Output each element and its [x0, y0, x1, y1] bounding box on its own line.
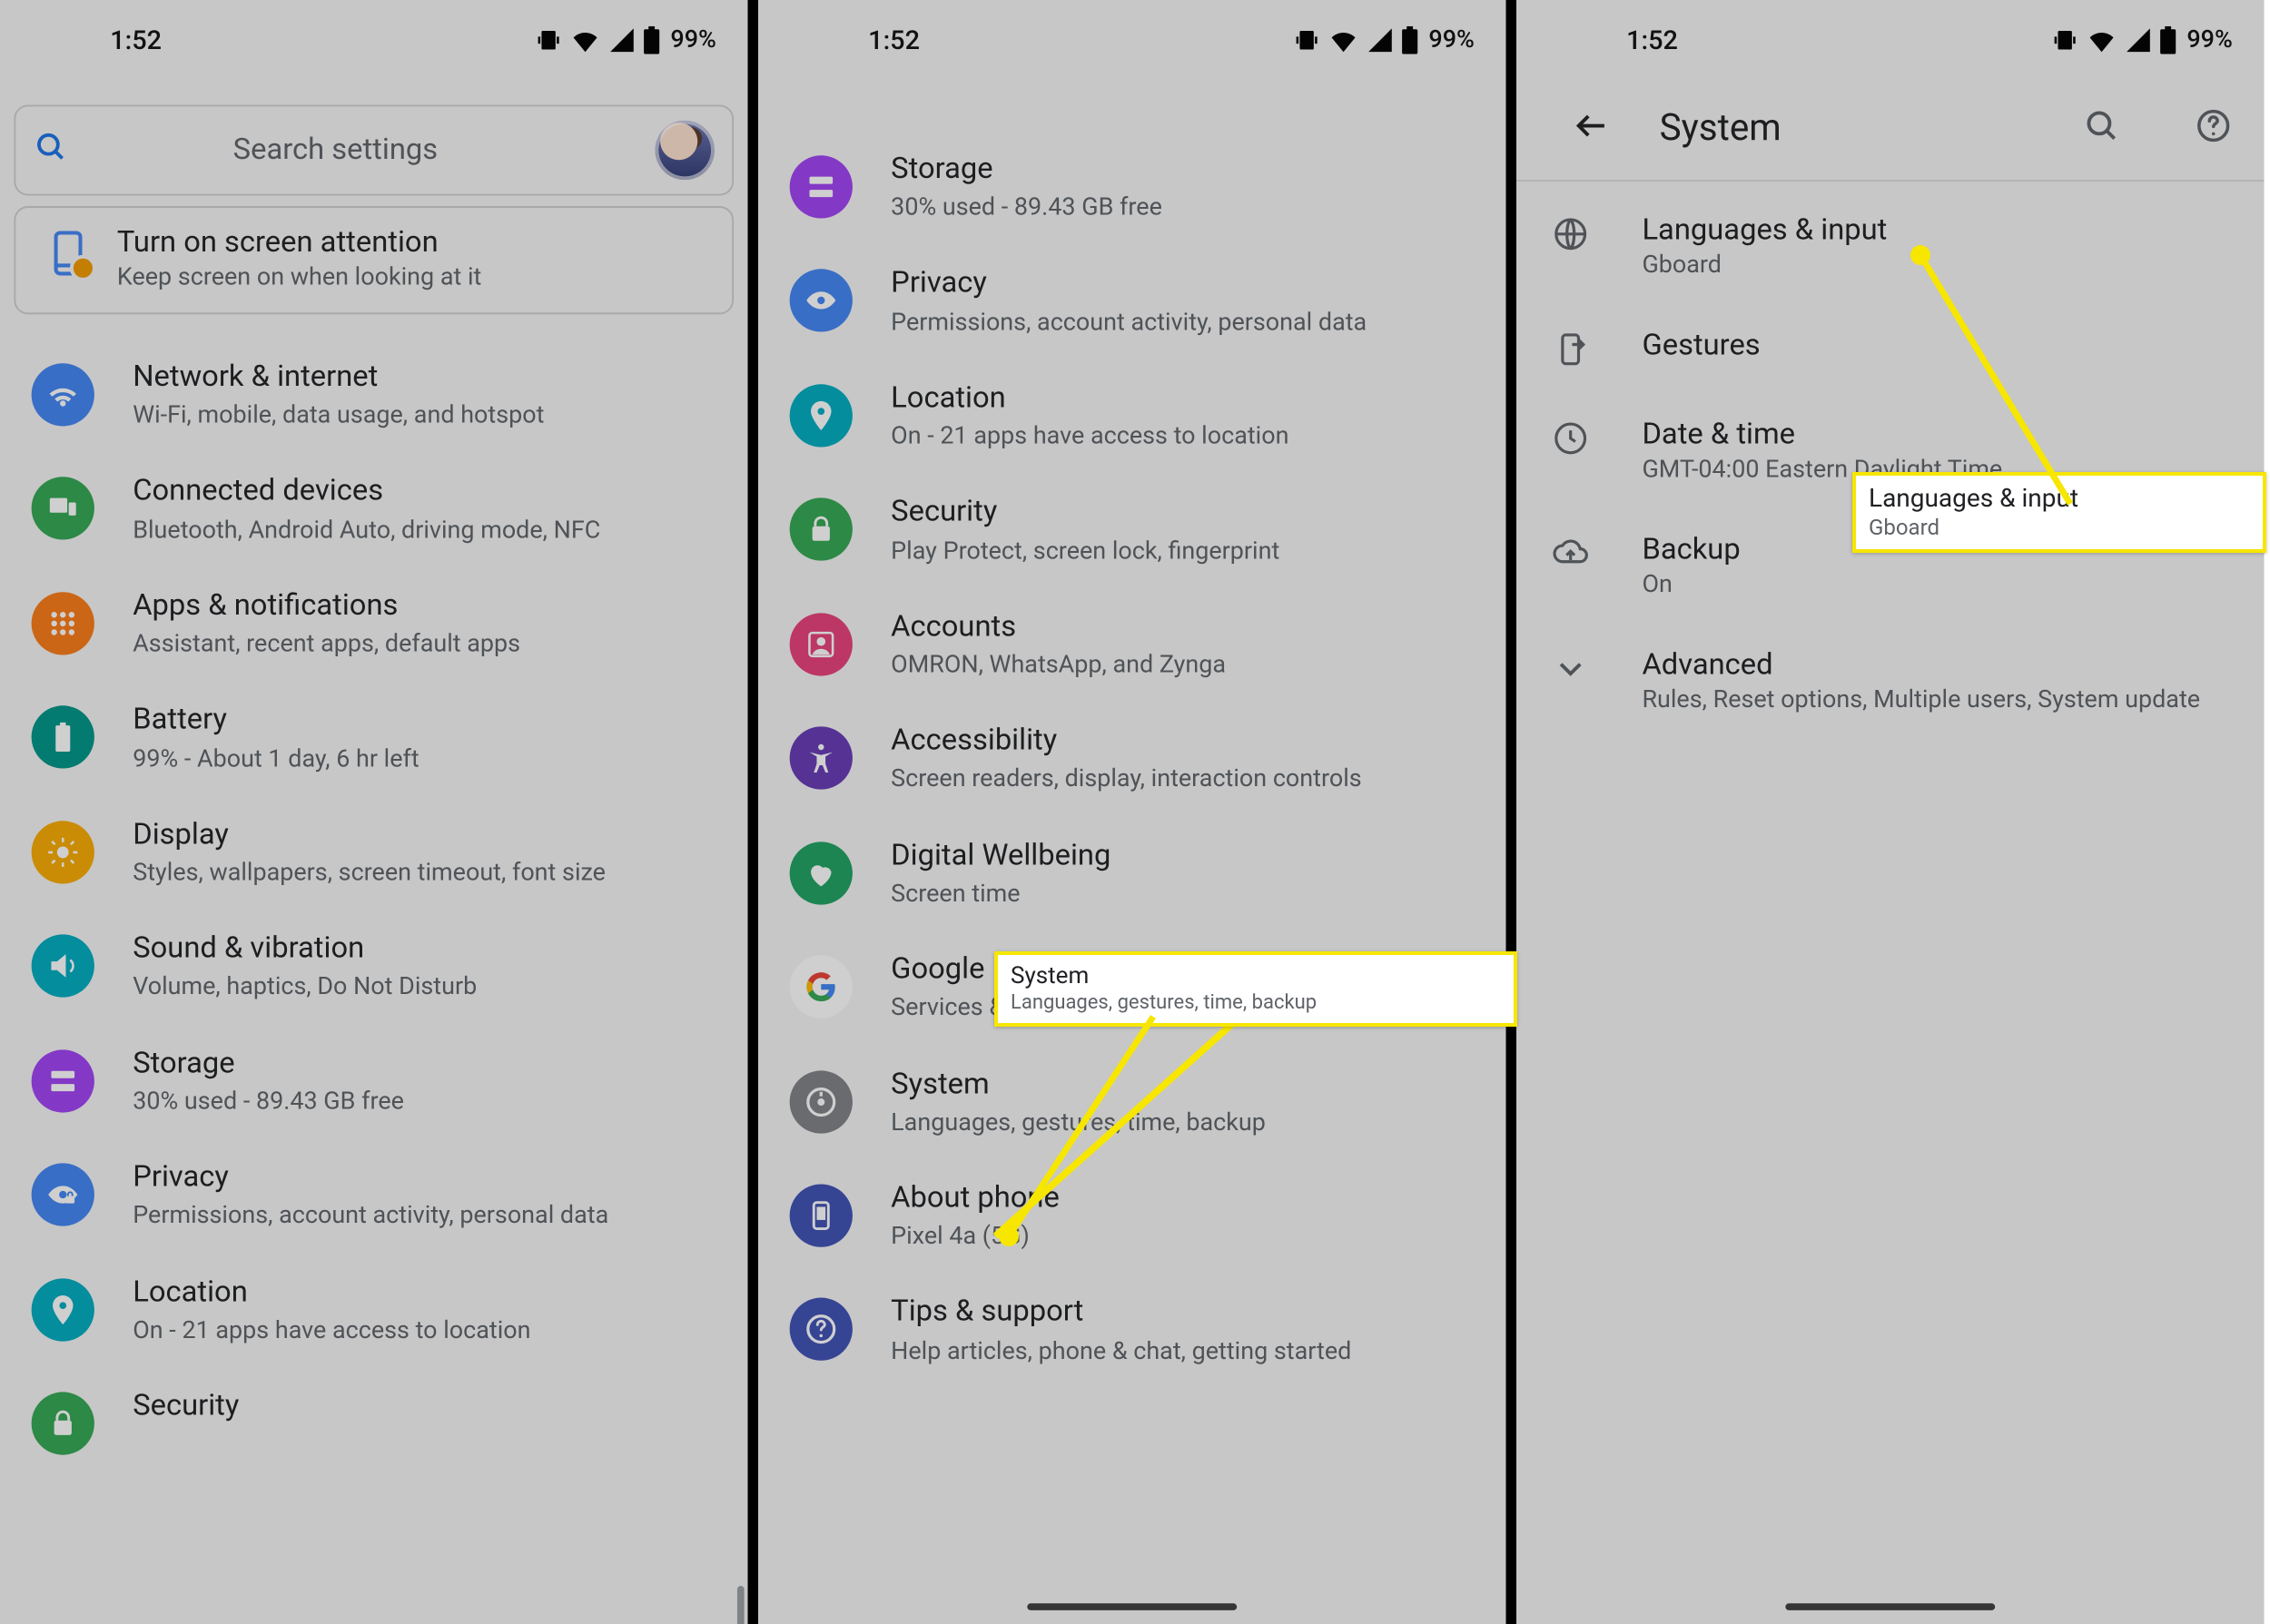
- back-arrow-icon[interactable]: [1572, 106, 1610, 152]
- row-location[interactable]: LocationOn - 21 apps have access to loca…: [0, 1253, 748, 1367]
- system-icon: [790, 1069, 853, 1132]
- language-icon: [1551, 215, 1589, 253]
- help-icon[interactable]: [2194, 106, 2232, 152]
- signal-icon: [2124, 25, 2152, 54]
- gestures-icon: [1551, 330, 1589, 369]
- settings-list: Network & internetWi-Fi, mobile, data us…: [0, 339, 748, 1475]
- accounts-icon: [790, 613, 853, 675]
- attention-card-title: Turn on screen attention: [117, 225, 711, 260]
- screenshot-panel-3: 1:52 99% System Langu: [1516, 0, 2265, 1624]
- security-icon: [790, 498, 853, 561]
- screenshot-panel-2: 1:52 99% Storage30% used - 89.43 GB free…: [758, 0, 1506, 1624]
- page-title: System: [1660, 108, 2009, 150]
- vibrate-icon: [1292, 25, 1320, 54]
- battery-icon: [32, 706, 94, 769]
- sound-icon: [32, 935, 94, 998]
- search-placeholder: Search settings: [40, 133, 630, 167]
- screenshot-panel-1: 1:52 99% Search settings Turn on screen …: [0, 0, 748, 1624]
- home-indicator[interactable]: [1785, 1603, 1995, 1610]
- clock-icon: [1551, 419, 1589, 458]
- storage-icon: [32, 1049, 94, 1112]
- vibrate-icon: [534, 25, 562, 54]
- scrollbar[interactable]: [737, 1586, 745, 1624]
- battery-icon: [643, 25, 660, 54]
- privacy-icon: [32, 1164, 94, 1226]
- phone-icon: [790, 1184, 853, 1246]
- storage-icon: [790, 155, 853, 218]
- row-digital-wellbeing[interactable]: Digital WellbeingScreen time: [758, 817, 1506, 931]
- row-privacy[interactable]: PrivacyPermissions, account activity, pe…: [0, 1139, 748, 1254]
- help-icon: [790, 1298, 853, 1361]
- wifi-icon: [2086, 24, 2117, 55]
- backup-icon: [1551, 535, 1589, 573]
- accessibility-icon: [790, 727, 853, 790]
- signal-icon: [1366, 25, 1394, 54]
- status-bar: 1:52 99%: [0, 0, 748, 79]
- row-advanced[interactable]: AdvancedRules, Reset options, Multiple u…: [1516, 624, 2265, 739]
- search-settings-bar[interactable]: Search settings: [14, 104, 734, 195]
- row-connected[interactable]: Connected devicesBluetooth, Android Auto…: [0, 453, 748, 567]
- phone-attention-icon: [44, 229, 93, 278]
- row-battery[interactable]: Battery99% - About 1 day, 6 hr left: [0, 682, 748, 796]
- row-sound[interactable]: Sound & vibrationVolume, haptics, Do Not…: [0, 910, 748, 1025]
- signal-icon: [607, 25, 636, 54]
- row-apps[interactable]: Apps & notificationsAssistant, recent ap…: [0, 567, 748, 682]
- security-icon: [32, 1392, 94, 1454]
- row-storage[interactable]: Storage30% used - 89.43 GB free: [758, 131, 1506, 245]
- attention-card-sub: Keep screen on when looking at it: [117, 264, 711, 292]
- battery-icon: [2159, 25, 2176, 54]
- row-about-phone[interactable]: About phonePixel 4a (5G): [758, 1159, 1506, 1274]
- row-accessibility[interactable]: AccessibilityScreen readers, display, in…: [758, 703, 1506, 817]
- apps-icon: [32, 592, 94, 655]
- display-icon: [32, 821, 94, 883]
- chevron-down-icon: [1551, 650, 1589, 688]
- row-location[interactable]: LocationOn - 21 apps have access to loca…: [758, 359, 1506, 474]
- battery-percent: 99%: [670, 25, 716, 54]
- row-privacy[interactable]: PrivacyPermissions, account activity, pe…: [758, 245, 1506, 359]
- wellbeing-icon: [790, 842, 853, 904]
- wifi-icon: [32, 363, 94, 426]
- location-icon: [790, 384, 853, 447]
- devices-icon: [32, 477, 94, 540]
- row-display[interactable]: DisplayStyles, wallpapers, screen timeou…: [0, 796, 748, 910]
- row-storage[interactable]: Storage30% used - 89.43 GB free: [0, 1025, 748, 1139]
- row-security[interactable]: SecurityPlay Protect, screen lock, finge…: [758, 474, 1506, 588]
- location-icon: [32, 1277, 94, 1340]
- row-languages-input[interactable]: Languages & inputGboard: [1516, 189, 2265, 304]
- callout-languages-input: Languages & input Gboard: [1852, 472, 2266, 553]
- profile-avatar[interactable]: [656, 121, 715, 180]
- wifi-icon: [1327, 24, 1359, 55]
- clock-time: 1:52: [110, 24, 162, 55]
- row-tips[interactable]: Tips & supportHelp articles, phone & cha…: [758, 1274, 1506, 1388]
- row-accounts[interactable]: AccountsOMRON, WhatsApp, and Zynga: [758, 588, 1506, 703]
- status-bar: 1:52 99%: [1516, 0, 2265, 79]
- callout-system: System Languages, gestures, time, backup: [994, 951, 1517, 1027]
- vibrate-icon: [2050, 25, 2078, 54]
- row-network[interactable]: Network & internetWi-Fi, mobile, data us…: [0, 339, 748, 453]
- wifi-icon: [569, 24, 601, 55]
- row-gestures[interactable]: Gestures: [1516, 304, 2265, 393]
- privacy-icon: [790, 270, 853, 332]
- google-icon: [790, 956, 853, 1019]
- home-indicator[interactable]: [1027, 1603, 1237, 1610]
- search-icon[interactable]: [2082, 106, 2120, 152]
- attention-card[interactable]: Turn on screen attention Keep screen on …: [14, 206, 734, 314]
- status-bar: 1:52 99%: [758, 0, 1506, 79]
- status-icons: 99%: [534, 24, 716, 55]
- row-system[interactable]: SystemLanguages, gestures, time, backup: [758, 1046, 1506, 1160]
- row-security[interactable]: Security: [0, 1367, 748, 1475]
- system-header: System: [1516, 79, 2265, 182]
- battery-icon: [1401, 25, 1418, 54]
